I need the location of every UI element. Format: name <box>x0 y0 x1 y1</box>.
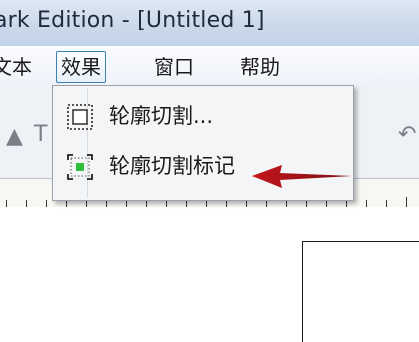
text-tool-icon[interactable]: T <box>34 122 47 147</box>
ruler-tick <box>86 200 87 207</box>
ruler-tick <box>126 200 127 207</box>
menu-effects[interactable]: 效果 <box>56 51 106 83</box>
document-canvas[interactable] <box>0 207 419 342</box>
contour-cut-icon <box>67 104 93 130</box>
ruler-tick <box>266 200 267 207</box>
ruler-tick <box>226 200 227 207</box>
ruler-tick <box>346 200 347 207</box>
ruler-tick <box>66 200 67 207</box>
title-bar: ark Edition - [Untitled 1] <box>0 0 419 46</box>
ruler-tick <box>26 200 27 207</box>
contour-cut-mark-icon <box>67 154 93 180</box>
ruler-tick <box>46 200 47 207</box>
ruler-tick <box>406 197 407 207</box>
ruler-tick <box>326 200 327 207</box>
menu-item-label: 轮廓切割标记 <box>109 154 235 178</box>
page-outline <box>302 241 419 342</box>
ruler-tick <box>186 200 187 207</box>
ruler-tick <box>6 200 7 207</box>
effects-dropdown-menu: 轮廓切割... 轮廓切割标记 <box>52 85 354 201</box>
window-title: ark Edition - [Untitled 1] <box>0 8 265 33</box>
menu-item-contour-cut[interactable]: 轮廓切割... <box>55 94 351 140</box>
menu-window[interactable]: 窗口 <box>150 52 198 82</box>
ruler-tick <box>366 200 367 207</box>
menu-bar: 文本 效果 窗口 帮助 <box>0 46 419 89</box>
ruler-tick <box>166 200 167 207</box>
undo-icon[interactable]: ↶ <box>398 122 416 147</box>
ruler-tick <box>286 200 287 207</box>
menu-help[interactable]: 帮助 <box>236 52 284 82</box>
ruler-tick <box>386 200 387 207</box>
paint-bucket-icon[interactable]: ▲ <box>6 124 23 149</box>
ruler-tick <box>146 200 147 207</box>
menu-text[interactable]: 文本 <box>0 52 36 82</box>
menu-item-contour-cut-mark[interactable]: 轮廓切割标记 <box>55 144 351 190</box>
ruler-tick <box>246 200 247 207</box>
menu-item-label: 轮廓切割... <box>109 104 214 128</box>
